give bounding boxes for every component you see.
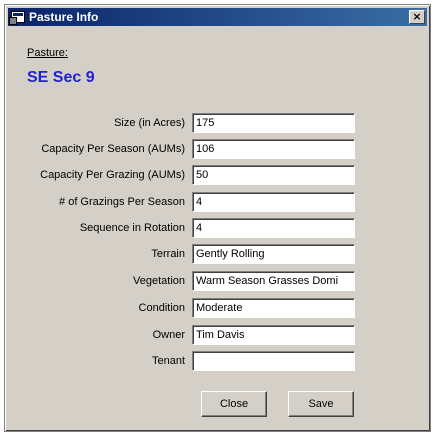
- pasture-name: SE Sec 9: [27, 69, 95, 86]
- save-button[interactable]: Save: [288, 391, 354, 417]
- capacity-season-row: Capacity Per Season (AUMs) 106: [5, 139, 430, 161]
- sequence-row: Sequence in Rotation 4: [5, 218, 430, 240]
- condition-row: Condition Moderate: [5, 298, 430, 320]
- vegetation-label: Vegetation: [133, 275, 185, 287]
- tenant-row: Tenant: [5, 351, 430, 373]
- terrain-field[interactable]: Gently Rolling: [192, 244, 355, 264]
- condition-label: Condition: [138, 302, 185, 314]
- size-label: Size (in Acres): [114, 117, 185, 129]
- tenant-label: Tenant: [151, 355, 185, 367]
- vegetation-row: Vegetation Warm Season Grasses Domi: [5, 271, 430, 293]
- capacity-grazing-row: Capacity Per Grazing (AUMs) 50: [5, 165, 430, 187]
- owner-row: Owner Tim Davis: [5, 325, 430, 347]
- app-window-icon: [9, 11, 25, 25]
- pasture-label: Pasture:: [27, 47, 68, 59]
- sequence-field[interactable]: 4: [192, 218, 355, 238]
- condition-field[interactable]: Moderate: [192, 298, 355, 318]
- grazings-per-season-row: # of Grazings Per Season 4: [5, 192, 430, 214]
- grazings-per-season-label: # of Grazings Per Season: [59, 196, 185, 208]
- terrain-row: Terrain Gently Rolling: [5, 244, 430, 266]
- capacity-grazing-field[interactable]: 50: [192, 165, 355, 185]
- vegetation-field[interactable]: Warm Season Grasses Domi: [192, 271, 355, 291]
- owner-label: Owner: [152, 329, 185, 341]
- size-row: Size (in Acres) 175: [5, 113, 430, 135]
- capacity-grazing-label: Capacity Per Grazing (AUMs): [40, 169, 185, 181]
- title-bar[interactable]: Pasture Info ×: [8, 8, 427, 26]
- grazings-per-season-field[interactable]: 4: [192, 192, 355, 212]
- window-title: Pasture Info: [29, 10, 99, 24]
- terrain-label: Terrain: [151, 248, 185, 260]
- tenant-field[interactable]: [192, 351, 355, 371]
- owner-field[interactable]: Tim Davis: [192, 325, 355, 345]
- close-button[interactable]: Close: [201, 391, 267, 417]
- pasture-info-window: Pasture Info × Pasture: SE Sec 9 Size (i…: [4, 4, 431, 432]
- capacity-season-label: Capacity Per Season (AUMs): [41, 143, 185, 155]
- size-field[interactable]: 175: [192, 113, 355, 133]
- sequence-label: Sequence in Rotation: [79, 222, 185, 234]
- close-window-button[interactable]: ×: [409, 10, 425, 24]
- capacity-season-field[interactable]: 106: [192, 139, 355, 159]
